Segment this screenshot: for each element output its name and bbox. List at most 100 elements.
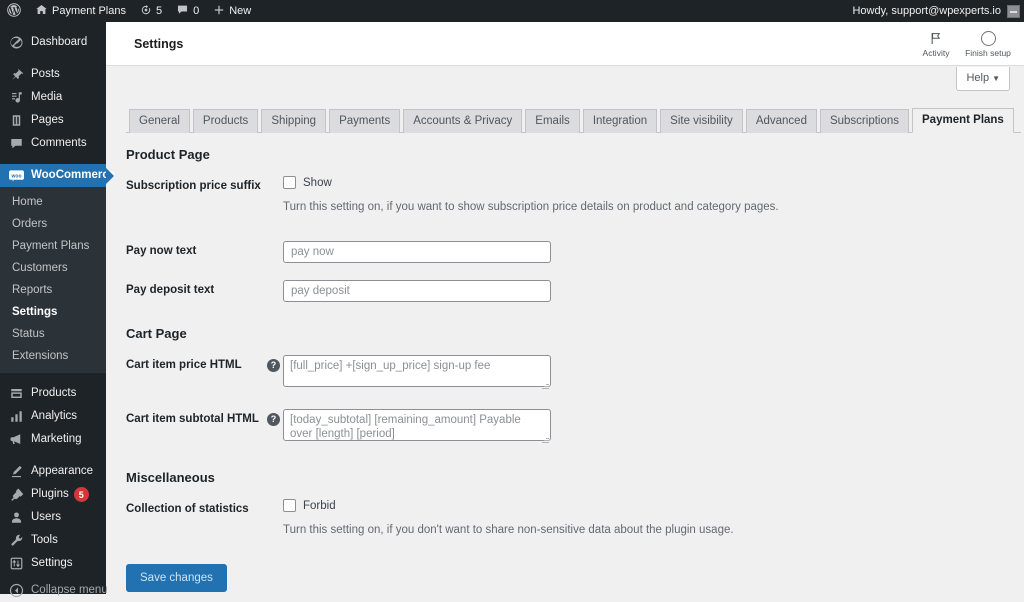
- tab-emails[interactable]: Emails: [525, 109, 580, 133]
- new-content-button[interactable]: New: [206, 0, 258, 22]
- admin-sidebar: Dashboard Posts Media Pages Comments woo…: [0, 22, 115, 598]
- home-icon: [35, 3, 48, 19]
- submenu-item-settings[interactable]: Settings: [0, 301, 106, 323]
- sidebar-label-dashboard: Dashboard: [31, 36, 88, 48]
- tab-payment-plans[interactable]: Payment Plans: [912, 108, 1014, 133]
- sidebar-item-appearance[interactable]: Appearance: [0, 460, 106, 483]
- tab-subscriptions[interactable]: Subscriptions: [819, 109, 910, 133]
- chevron-down-icon: ▼: [992, 74, 1000, 83]
- howdy-label: Howdy, support@wpexperts.io: [852, 5, 1001, 17]
- tab-site-visibility[interactable]: Site visibility: [660, 109, 743, 133]
- tab-payments[interactable]: Payments: [329, 109, 401, 133]
- submenu-item-payment-plans[interactable]: Payment Plans: [0, 235, 106, 257]
- site-name-menu[interactable]: Payment Plans: [28, 0, 133, 22]
- row-spacer-1: [126, 215, 1006, 241]
- settings-form: Product Page Subscription price suffix S…: [126, 133, 1006, 592]
- wordpress-logo-button[interactable]: [0, 0, 28, 22]
- checkbox-row-forbid[interactable]: Forbid: [283, 499, 1006, 512]
- sidebar-label-pages: Pages: [31, 114, 64, 126]
- submenu-item-orders[interactable]: Orders: [0, 213, 106, 235]
- new-content-label: New: [229, 5, 252, 17]
- sidebar-item-settings[interactable]: Settings: [0, 552, 106, 575]
- sidebar-item-marketing[interactable]: Marketing: [0, 428, 106, 451]
- woocommerce-submenu: Home Orders Payment Plans Customers Repo…: [0, 187, 106, 373]
- site-name-label: Payment Plans: [52, 5, 126, 17]
- comment-icon: [8, 135, 25, 152]
- sidebar-label-tools: Tools: [31, 534, 58, 546]
- finish-setup-label: Finish setup: [965, 47, 1011, 58]
- sidebar-label-products: Products: [31, 387, 77, 399]
- tab-advanced[interactable]: Advanced: [745, 109, 817, 133]
- cart-item-subtotal-html-wrap: [283, 409, 551, 446]
- collapse-menu-button[interactable]: Collapse menu: [0, 579, 108, 602]
- cart-item-price-html-textarea[interactable]: [283, 355, 551, 387]
- help-tab-button[interactable]: Help ▼: [956, 67, 1010, 91]
- sidebar-item-comments[interactable]: Comments: [0, 132, 106, 155]
- checkbox-collection-statistics-forbid[interactable]: [283, 499, 296, 512]
- tab-shipping[interactable]: Shipping: [261, 109, 327, 133]
- desc-subscription-price-suffix: Turn this setting on, if you want to sho…: [283, 201, 779, 213]
- label-pay-now-text: Pay now text: [126, 245, 197, 257]
- updates-button[interactable]: 5: [133, 0, 169, 22]
- sidebar-label-woocommerce: WooCommerce: [31, 169, 116, 181]
- tools-icon: [8, 532, 25, 549]
- media-icon: [8, 89, 25, 106]
- tab-accounts-privacy[interactable]: Accounts & Privacy: [403, 109, 523, 133]
- cart-item-subtotal-html-textarea[interactable]: [283, 409, 551, 441]
- sidebar-item-products[interactable]: Products: [0, 382, 106, 405]
- progress-ring-icon: [980, 31, 996, 47]
- comments-button[interactable]: 0: [169, 0, 206, 22]
- submenu-item-customers[interactable]: Customers: [0, 257, 106, 279]
- tab-products[interactable]: Products: [192, 109, 259, 133]
- sidebar-item-dashboard[interactable]: Dashboard: [0, 31, 106, 54]
- field-cart-item-subtotal-html: Cart item subtotal HTML ?: [126, 409, 1006, 446]
- activity-button[interactable]: Activity: [910, 22, 962, 66]
- field-subscription-price-suffix: Subscription price suffix Show Turn this…: [126, 176, 1006, 215]
- sidebar-item-analytics[interactable]: Analytics: [0, 405, 106, 428]
- my-account-menu[interactable]: Howdy, support@wpexperts.io: [852, 4, 1024, 18]
- tab-general[interactable]: General: [129, 109, 190, 133]
- menu-spacer-1: [0, 54, 106, 63]
- submenu-item-home[interactable]: Home: [0, 191, 106, 213]
- submenu-item-extensions[interactable]: Extensions: [0, 345, 106, 367]
- menu-spacer-3: [0, 373, 106, 382]
- help-icon[interactable]: ?: [267, 359, 280, 372]
- woocommerce-header: Settings Activity Finish setup: [106, 22, 1024, 66]
- label-pay-deposit-text: Pay deposit text: [126, 284, 215, 296]
- finish-setup-button[interactable]: Finish setup: [962, 22, 1014, 66]
- field-collection-of-statistics: Collection of statistics Forbid Turn thi…: [126, 499, 1006, 538]
- sidebar-item-plugins[interactable]: Plugins 5: [0, 483, 106, 506]
- checkbox-label-show: Show: [303, 176, 332, 189]
- plus-icon: [213, 4, 225, 19]
- updates-count: 5: [155, 5, 163, 17]
- submenu-item-status[interactable]: Status: [0, 323, 106, 345]
- submenu-item-reports[interactable]: Reports: [0, 279, 106, 301]
- sidebar-item-users[interactable]: Users: [0, 506, 106, 529]
- field-cart-item-price-html: Cart item price HTML ?: [126, 355, 1006, 392]
- label-collection-of-statistics: Collection of statistics: [126, 503, 249, 515]
- section-title-product-page: Product Page: [126, 147, 210, 162]
- sidebar-label-plugins: Plugins: [31, 488, 69, 500]
- row-spacer-3: [126, 392, 1006, 409]
- sidebar-label-media: Media: [31, 91, 63, 103]
- checkbox-row-show[interactable]: Show: [283, 176, 1006, 189]
- help-icon[interactable]: ?: [267, 413, 280, 426]
- sidebar-item-media[interactable]: Media: [0, 86, 106, 109]
- sidebar-item-woocommerce[interactable]: woo WooCommerce: [0, 164, 115, 187]
- sidebar-item-tools[interactable]: Tools: [0, 529, 106, 552]
- save-changes-button[interactable]: Save changes: [126, 564, 227, 592]
- label-subscription-price-suffix: Subscription price suffix: [126, 180, 261, 192]
- field-pay-now-text: Pay now text: [126, 241, 1006, 263]
- pay-now-text-input[interactable]: [283, 241, 551, 263]
- desc-collection-of-statistics: Turn this setting on, if you don't want …: [283, 524, 734, 536]
- main-content: Settings Activity Finish setup Help ▼ Gen…: [106, 22, 1024, 594]
- plugins-icon: [8, 486, 25, 503]
- checkbox-subscription-suffix-show[interactable]: [283, 176, 296, 189]
- sidebar-item-pages[interactable]: Pages: [0, 109, 106, 132]
- sidebar-label-comments: Comments: [31, 137, 87, 149]
- pay-deposit-text-input[interactable]: [283, 280, 551, 302]
- checkbox-label-forbid: Forbid: [303, 499, 336, 512]
- plugins-update-badge: 5: [73, 487, 89, 502]
- tab-integration[interactable]: Integration: [582, 109, 658, 133]
- sidebar-item-posts[interactable]: Posts: [0, 63, 106, 86]
